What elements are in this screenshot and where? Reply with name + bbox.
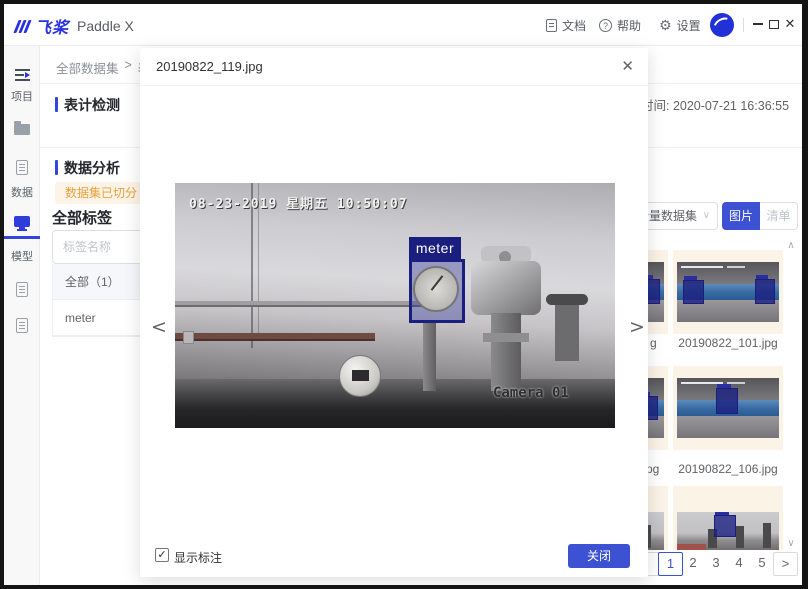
main-content: 全部数据集 > 表计检测 表计检测 数据分析 数据集已切分 全部标签 全部（1）… <box>40 46 802 585</box>
pagination-page-5[interactable]: 5 <box>753 552 771 576</box>
gear-icon: ⚙ <box>659 19 672 32</box>
paddle-logo: 飞桨 Paddle X <box>16 14 134 38</box>
thumbnail-filename: 20190822_101.jpg <box>673 336 783 350</box>
modal-footer: ✓ 显示标注 关闭 <box>140 535 648 577</box>
close-window-button[interactable]: ✕ <box>782 16 798 32</box>
pagination-next-button[interactable]: > <box>773 552 798 576</box>
help-label: 帮助 <box>617 17 641 34</box>
collapse-menu-button[interactable] <box>4 58 40 92</box>
thumbnail-card[interactable] <box>673 486 783 550</box>
section-accent-bar <box>55 160 58 175</box>
breadcrumb-root[interactable]: 全部数据集 <box>56 58 119 77</box>
annotation-label: meter <box>409 237 461 259</box>
sidebar-section-model: 模型 <box>4 248 40 264</box>
file-icon <box>16 160 28 175</box>
thumbnail-filename: 20190822_106.jpg <box>673 462 783 476</box>
pagination-page-3[interactable]: 3 <box>707 552 725 576</box>
preview-photo: 08-23-2019 星期五 10:50:07 Camera 01 meter <box>175 183 615 428</box>
minimize-button[interactable] <box>750 16 766 32</box>
analysis-title: 数据分析 <box>64 158 120 178</box>
annotation-box <box>683 280 703 304</box>
scroll-up-icon[interactable]: ∧ <box>784 240 798 251</box>
camera-label: Camera 01 <box>493 385 569 401</box>
pagination-page-4[interactable]: 4 <box>730 552 748 576</box>
annotation-box <box>714 515 736 537</box>
avatar[interactable] <box>710 13 734 37</box>
show-annotation-label: 显示标注 <box>174 549 222 566</box>
thumbnail-card[interactable] <box>673 366 783 450</box>
header-separator <box>743 18 744 32</box>
sidebar-item-model-file-1[interactable] <box>4 272 40 306</box>
annotation-bbox <box>409 259 465 323</box>
all-labels-title: 全部标签 <box>52 207 112 228</box>
photo-timestamp: 08-23-2019 星期五 10:50:07 <box>189 193 408 212</box>
sidebar-item-project-file[interactable] <box>4 150 40 184</box>
sidebar-item-model-file-2[interactable] <box>4 308 40 342</box>
help-menu-item[interactable]: ? 帮助 <box>599 17 641 34</box>
paddle-logo-icon <box>16 20 29 33</box>
logo-text-cn: 飞桨 <box>35 14 69 38</box>
docs-label: 文档 <box>562 17 586 34</box>
thumbnail-photo <box>677 262 779 322</box>
view-toggle-list-button[interactable]: 清单 <box>760 202 798 230</box>
modal-close-button[interactable]: 关闭 <box>568 544 630 568</box>
thumbnail-card[interactable] <box>673 250 783 334</box>
help-icon: ? <box>599 19 612 32</box>
window-frame: 飞桨 Paddle X 文档 ? 帮助 ⚙ 设置 ✕ 项目 <box>0 0 808 589</box>
settings-label: 设置 <box>677 17 701 34</box>
breadcrumb-separator: > <box>125 58 132 77</box>
document-icon <box>546 19 557 32</box>
sidebar: 项目 数据 模型 <box>4 46 40 585</box>
logo-text-en: Paddle X <box>77 18 134 34</box>
modal-header: 20190822_119.jpg ✕ <box>140 48 648 86</box>
annotation-box <box>755 279 775 304</box>
gauge-silhouette <box>413 266 459 312</box>
monitor-icon <box>14 216 30 227</box>
maximize-button[interactable] <box>766 16 782 32</box>
project-title: 表计检测 <box>64 95 120 115</box>
menu-list-icon <box>15 69 30 81</box>
section-accent-bar <box>55 97 58 112</box>
chevron-down-icon: ∨ <box>703 203 710 229</box>
sidebar-item-project-folder[interactable] <box>4 112 40 146</box>
view-toggle-image-button[interactable]: 图片 <box>722 202 760 230</box>
modal-title: 20190822_119.jpg <box>156 59 263 74</box>
sidebar-section-data: 数据 <box>4 184 40 200</box>
file-icon <box>16 318 28 333</box>
thumbnail-photo <box>677 378 779 438</box>
prev-image-arrow[interactable]: < <box>151 316 167 338</box>
image-preview-modal: 20190822_119.jpg ✕ < > 08-23-2019 星期五 10… <box>140 48 648 577</box>
docs-menu-item[interactable]: 文档 <box>546 17 586 34</box>
sidebar-active-indicator <box>4 236 40 239</box>
scroll-down-icon[interactable]: ∨ <box>784 538 798 549</box>
thumbnail-filename-partial: pg <box>646 462 659 476</box>
thumbnail-photo <box>677 512 779 550</box>
annotation-box <box>716 388 738 414</box>
modal-close-icon[interactable]: ✕ <box>621 57 634 75</box>
sidebar-item-dataset-active[interactable] <box>4 204 40 238</box>
instrument-silhouette <box>471 261 541 315</box>
paddlex-app: 飞桨 Paddle X 文档 ? 帮助 ⚙ 设置 ✕ 项目 <box>4 4 802 585</box>
pagination-page-1[interactable]: 1 <box>658 552 683 576</box>
pagination-page-2[interactable]: 2 <box>684 552 702 576</box>
file-icon <box>16 282 28 297</box>
show-annotation-checkbox[interactable]: ✓ <box>155 548 169 562</box>
next-image-arrow[interactable]: > <box>629 316 645 338</box>
flowmeter-silhouette <box>339 355 381 397</box>
folder-icon <box>14 124 30 135</box>
sidebar-section-project: 项目 <box>4 88 40 104</box>
app-header: 飞桨 Paddle X 文档 ? 帮助 ⚙ 设置 ✕ <box>4 4 802 46</box>
settings-menu-item[interactable]: ⚙ 设置 <box>659 17 701 34</box>
thumbnail-filename-partial: g <box>650 336 657 350</box>
